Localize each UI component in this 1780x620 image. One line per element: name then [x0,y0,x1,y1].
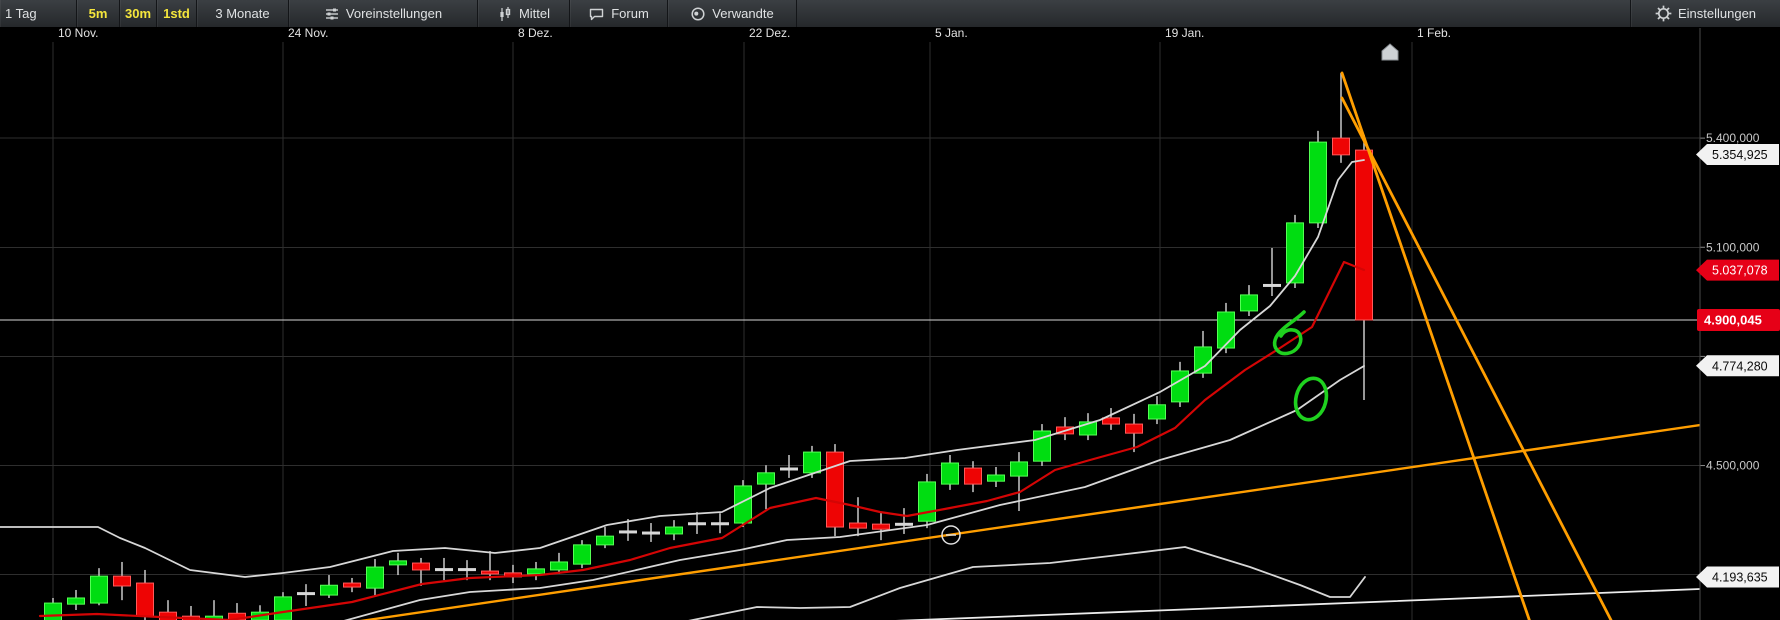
bullish-candle [91,576,108,603]
bearish-candle [413,563,430,570]
date-label: 5 Jan. [935,26,968,40]
gear-icon [1655,5,1672,22]
bullish-candle [574,545,591,564]
toolbar-spacer [797,0,1630,27]
bullish-candle [758,473,775,484]
price-flag-label: 5.354,925 [1712,148,1768,162]
timeframe-1std-label: 1std [163,6,190,21]
speech-bubble-icon [588,6,605,22]
bullish-candle [1241,295,1258,311]
bullish-candle [321,585,338,595]
bullish-candle [1287,223,1304,283]
timeframe-1tag-button[interactable]: 1 Tag [0,0,77,27]
mittel-label: Mittel [519,6,550,21]
eye-icon [690,6,706,22]
bearish-candle [965,468,982,484]
bullish-candle [1172,371,1189,402]
bullish-candle [1218,312,1235,348]
range-3monate-label: 3 Monate [215,6,269,21]
bullish-candle [45,603,62,620]
verwandte-button[interactable]: Verwandte [668,0,797,27]
einstellungen-button[interactable]: Einstellungen [1630,0,1780,27]
bullish-candle [1149,405,1166,419]
doji-candle [895,523,913,526]
date-label: 19 Jan. [1165,26,1204,40]
forum-button[interactable]: Forum [570,0,668,27]
bullish-candle [367,567,384,588]
forum-label: Forum [611,6,649,21]
price-flag-label: 4.774,280 [1712,359,1768,373]
verwandte-label: Verwandte [712,6,773,21]
bearish-candle [114,576,131,586]
bullish-candle [390,561,407,565]
bullish-candle [1310,142,1327,223]
bullish-candle [68,598,85,604]
doji-candle [619,530,637,533]
doji-candle [1263,284,1281,287]
trading-app: { "toolbar": { "buttons": [ {"label": "1… [0,0,1780,620]
bullish-candle [528,569,545,574]
date-label: 10 Nov. [58,26,98,40]
bullish-candle [988,475,1005,481]
doji-candle [711,522,729,525]
mittel-button[interactable]: Mittel [478,0,570,27]
einstellungen-label: Einstellungen [1678,6,1756,21]
voreinstellungen-label: Voreinstellungen [346,6,442,21]
bearish-candle [873,524,890,529]
date-label: 22 Dez. [749,26,790,40]
bullish-candle [551,562,568,570]
timeframe-5m-label: 5m [89,6,108,21]
timeframe-1std-button[interactable]: 1std [157,0,197,27]
candlestick-icon [497,6,513,22]
bearish-candle [482,571,499,574]
doji-candle [688,522,706,525]
voreinstellungen-button[interactable]: Voreinstellungen [289,0,478,27]
bearish-candle [1103,418,1120,424]
toolbar: 1 Tag 5m 30m 1std 3 Monate Voreinstellun… [0,0,1780,28]
bullish-candle [275,597,292,620]
bullish-candle [1195,347,1212,373]
doji-candle [780,468,798,471]
bearish-candle [1356,150,1373,320]
sliders-icon [324,6,340,22]
doji-candle [642,532,660,535]
timeframe-5m-button[interactable]: 5m [77,0,120,27]
timeframe-30m-button[interactable]: 30m [120,0,157,27]
bullish-candle [1011,462,1028,476]
doji-candle [458,568,476,571]
date-label: 24 Nov. [288,26,328,40]
timeframe-1tag-label: 1 Tag [5,6,37,21]
range-3monate-button[interactable]: 3 Monate [197,0,289,27]
bullish-candle [597,536,614,545]
bearish-candle [1126,424,1143,433]
bearish-candle [344,583,361,587]
bearish-candle [137,583,154,616]
date-label: 1 Feb. [1417,26,1451,40]
chart-canvas[interactable]: 10 Nov. 24 Nov. 8 Dez. 22 Dez. 5 Jan. 19 Jan.… [0,0,1780,620]
doji-candle [297,592,315,595]
bearish-candle [1333,138,1350,155]
current-price-band-label: 4.900,045 [1704,313,1762,328]
doji-candle [435,568,453,571]
bearish-candle [850,523,867,528]
bullish-candle [666,527,683,534]
bullish-candle [804,452,821,473]
timeframe-30m-label: 30m [125,6,151,21]
price-flag-label: 4.193,635 [1712,571,1768,585]
bullish-candle [942,463,959,484]
price-flag-label: 5.037,078 [1712,264,1768,278]
date-label: 8 Dez. [518,26,553,40]
bullish-candle [919,482,936,521]
